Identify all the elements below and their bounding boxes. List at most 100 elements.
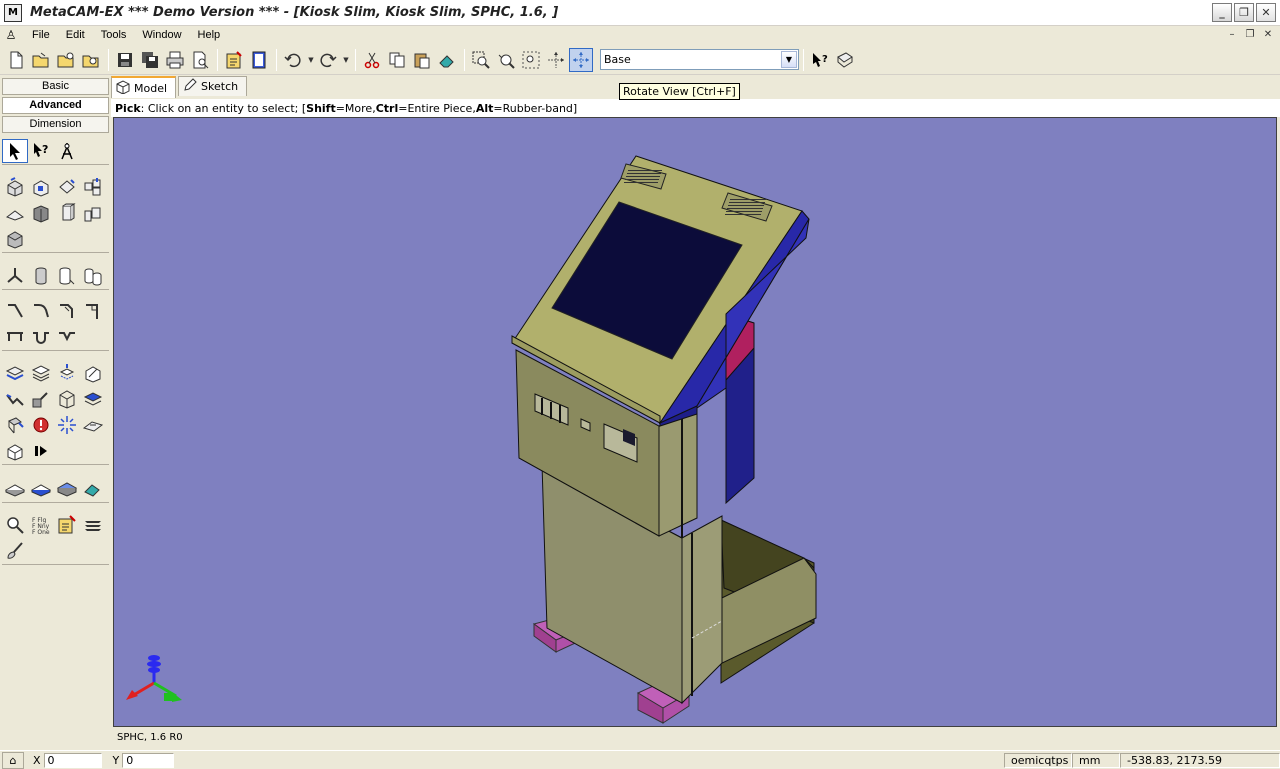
erase-sheet-icon[interactable] — [80, 477, 106, 501]
eraser-icon[interactable] — [435, 48, 459, 72]
document-icon[interactable]: ♙ — [4, 28, 18, 42]
document-info-icon[interactable] — [247, 48, 271, 72]
corner-round-icon[interactable] — [28, 299, 54, 323]
minimize-button[interactable]: _ — [1212, 3, 1232, 22]
hem-icon[interactable] — [2, 325, 28, 349]
notes-icon[interactable] — [54, 513, 80, 537]
open-folder-icon[interactable] — [29, 48, 53, 72]
close-button[interactable]: ✕ — [1256, 3, 1276, 22]
flip-text-icon[interactable]: F Flg F Nny F One — [28, 513, 54, 537]
cut-icon[interactable] — [360, 48, 384, 72]
zoom-fit-icon[interactable] — [519, 48, 543, 72]
sparkle-icon[interactable] — [54, 413, 80, 437]
corner-sharp-icon[interactable] — [2, 299, 28, 323]
menu-help[interactable]: Help — [190, 29, 229, 41]
select-arrow-icon[interactable] — [2, 139, 28, 163]
hint-pick: Pick — [115, 101, 141, 115]
unfold-icon[interactable] — [2, 361, 28, 385]
revolve-icon[interactable] — [54, 175, 80, 199]
cylinder-icon[interactable] — [28, 264, 54, 288]
cylinder-pair-icon[interactable] — [80, 264, 106, 288]
pan-view-icon[interactable] — [544, 48, 568, 72]
doc-close-button[interactable]: ✕ — [1260, 27, 1276, 42]
save-all-icon[interactable] — [138, 48, 162, 72]
kiosk-model[interactable] — [114, 118, 1277, 727]
properties-icon[interactable] — [222, 48, 246, 72]
help-book-icon[interactable] — [833, 48, 857, 72]
cut-extrude-icon[interactable] — [28, 175, 54, 199]
punch-icon[interactable] — [2, 413, 28, 437]
redo-dropdown-icon[interactable]: ▼ — [341, 56, 351, 64]
tab-model[interactable]: Model — [111, 76, 177, 98]
magnify-icon[interactable] — [2, 513, 28, 537]
extrude-icon[interactable] — [2, 175, 28, 199]
v-channel-icon[interactable] — [54, 325, 80, 349]
zoom-previous-icon[interactable] — [494, 48, 518, 72]
sheet-icon[interactable] — [2, 477, 28, 501]
frame-icon[interactable] — [54, 387, 80, 411]
mode-advanced-button[interactable]: Advanced — [2, 97, 109, 114]
svg-text:?: ? — [42, 143, 48, 156]
layer-stack-icon[interactable] — [28, 361, 54, 385]
part-icon[interactable] — [2, 439, 28, 463]
home-icon[interactable]: ⌂ — [2, 751, 24, 769]
model-viewport[interactable] — [113, 117, 1277, 727]
wall-icon[interactable] — [54, 201, 80, 225]
bend-part-icon[interactable] — [28, 387, 54, 411]
bend-box-icon[interactable] — [2, 227, 28, 251]
view-select[interactable]: Base ▼ — [600, 49, 799, 70]
play-icon[interactable] — [28, 439, 54, 463]
mode-dimension-button[interactable]: Dimension — [2, 116, 109, 133]
menu-tools[interactable]: Tools — [93, 29, 135, 41]
undo-dropdown-icon[interactable]: ▼ — [306, 56, 316, 64]
u-channel-icon[interactable] — [28, 325, 54, 349]
explode-icon[interactable] — [54, 361, 80, 385]
pattern-icon[interactable] — [80, 175, 106, 199]
y-coordinate-field[interactable]: 0 — [122, 752, 175, 768]
query-arrow-icon[interactable]: ? — [28, 139, 54, 163]
print-preview-icon[interactable] — [188, 48, 212, 72]
joint-icon[interactable] — [2, 264, 28, 288]
menu-window[interactable]: Window — [134, 29, 189, 41]
context-help-icon[interactable]: ? — [808, 48, 832, 72]
layers-icon[interactable] — [80, 513, 106, 537]
undo-icon[interactable] — [281, 48, 305, 72]
x-coordinate-field[interactable]: 0 — [43, 752, 102, 768]
flange-icon[interactable] — [2, 201, 28, 225]
multi-wall-icon[interactable] — [80, 201, 106, 225]
open-recent-icon[interactable] — [54, 48, 78, 72]
paste-icon[interactable] — [410, 48, 434, 72]
corner-chamfer-icon[interactable] — [54, 299, 80, 323]
find-file-icon[interactable] — [79, 48, 103, 72]
toolbar-separator — [276, 48, 277, 71]
doc-restore-button[interactable]: ❐ — [1242, 27, 1258, 42]
fold-icon[interactable] — [2, 387, 28, 411]
rotate-view-icon[interactable] — [569, 47, 593, 72]
print-icon[interactable] — [163, 48, 187, 72]
corner-relief-icon[interactable] — [80, 299, 106, 323]
plane-icon[interactable] — [80, 413, 106, 437]
save-icon[interactable] — [113, 48, 137, 72]
sheet-blue-icon[interactable] — [28, 477, 54, 501]
menu-edit[interactable]: Edit — [58, 29, 93, 41]
chevron-down-icon[interactable]: ▼ — [781, 51, 797, 68]
cylinder-cut-icon[interactable] — [54, 264, 80, 288]
section-view-icon[interactable] — [80, 361, 106, 385]
redo-icon[interactable] — [316, 48, 340, 72]
paintbrush-icon[interactable] — [2, 539, 28, 563]
menu-file[interactable]: File — [24, 29, 58, 41]
hint-text-2: =More, — [335, 101, 376, 115]
doc-minimize-button[interactable]: – — [1224, 27, 1240, 42]
tab-sketch[interactable]: Sketch — [178, 76, 248, 96]
sheet-thick-icon[interactable] — [54, 477, 80, 501]
toolbar-separator — [464, 48, 465, 71]
warning-icon[interactable] — [28, 413, 54, 437]
copy-icon[interactable] — [385, 48, 409, 72]
compass-icon[interactable] — [54, 139, 80, 163]
box-shell-icon[interactable] — [28, 201, 54, 225]
zoom-window-icon[interactable] — [469, 48, 493, 72]
merge-icon[interactable] — [80, 387, 106, 411]
restore-button[interactable]: ❐ — [1234, 3, 1254, 22]
new-file-icon[interactable] — [4, 48, 28, 72]
mode-basic-button[interactable]: Basic — [2, 78, 109, 95]
